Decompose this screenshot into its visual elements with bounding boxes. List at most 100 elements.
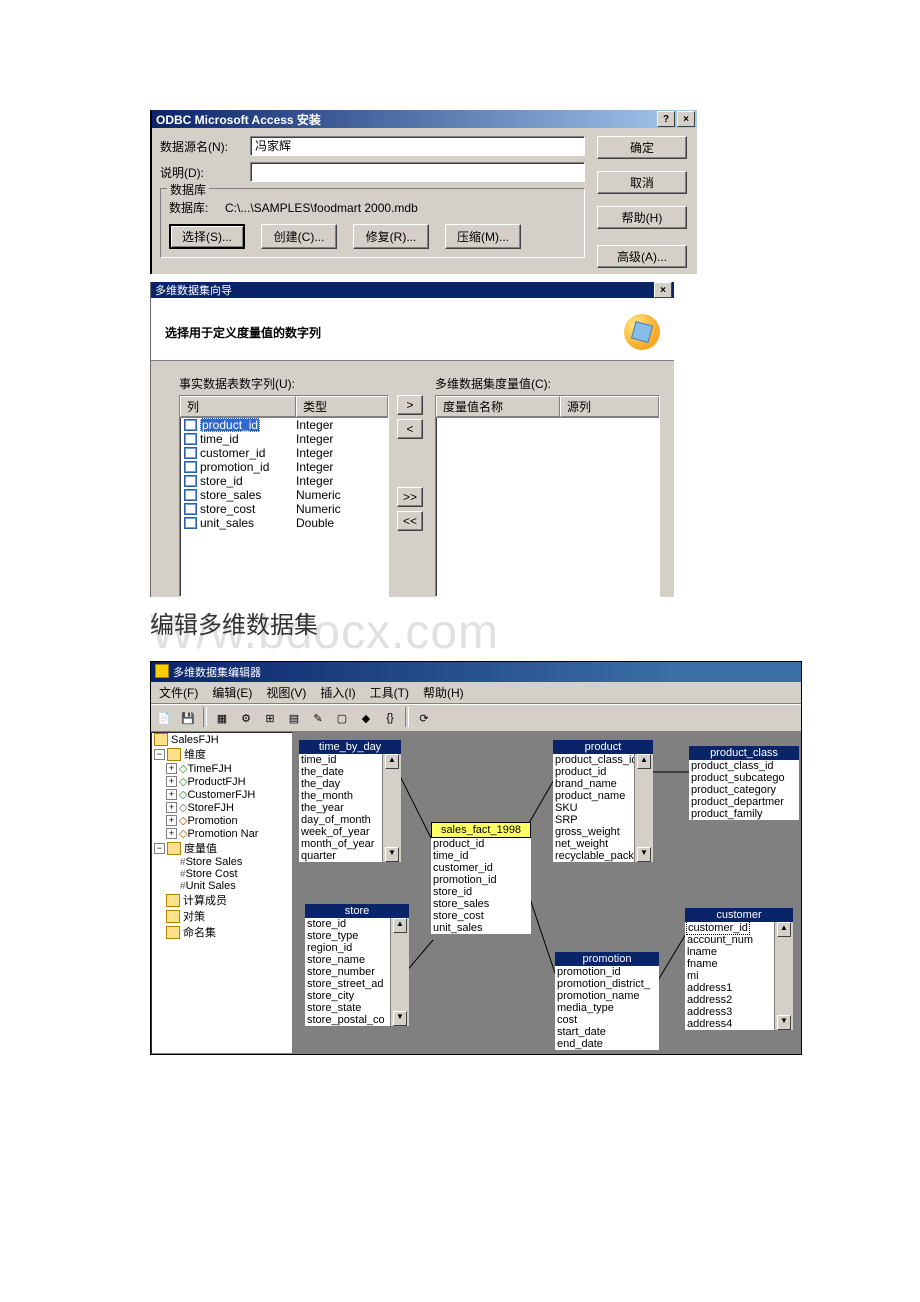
column-row[interactable]: promotion_district_ [555, 978, 659, 990]
column-row[interactable]: store_postal_co [305, 1014, 395, 1026]
tree-root[interactable]: SalesFJH [152, 733, 292, 746]
list-item[interactable]: promotion_idInteger [180, 460, 388, 474]
description-input[interactable] [250, 162, 585, 182]
column-row[interactable]: address4 [685, 1018, 779, 1030]
list-item[interactable]: customer_idInteger [180, 446, 388, 460]
help-icon[interactable]: ? [657, 111, 675, 127]
menu-view[interactable]: 视图(V) [260, 683, 312, 702]
tree-measures[interactable]: −度量值 [152, 840, 292, 856]
column-row[interactable]: SKU [553, 802, 639, 814]
column-row[interactable]: day_of_month [299, 814, 387, 826]
column-row[interactable]: time_id [431, 850, 531, 862]
column-row[interactable]: store_name [305, 954, 395, 966]
create-button[interactable]: 创建(C)... [261, 224, 337, 249]
table-product[interactable]: product ▲▼product_class_idproduct_idbran… [553, 740, 653, 862]
column-row[interactable]: address1 [685, 982, 779, 994]
column-row[interactable]: cost [555, 1014, 659, 1026]
remove-button[interactable]: < [397, 419, 423, 439]
tree-calc[interactable]: 计算成员 [152, 892, 292, 908]
cancel-button[interactable]: 取消 [597, 171, 687, 194]
tool-icon[interactable]: {} [379, 707, 401, 729]
menu-help[interactable]: 帮助(H) [417, 683, 470, 702]
fact-columns-list[interactable]: 列 类型 product_idIntegertime_idIntegercust… [179, 395, 389, 597]
menu-tools[interactable]: 工具(T) [364, 683, 415, 702]
tree-measure[interactable]: Store Sales [152, 856, 292, 868]
tree-dimension[interactable]: + TimeFJH [152, 762, 292, 775]
tool-icon[interactable]: ▢ [331, 707, 353, 729]
column-row[interactable]: store_city [305, 990, 395, 1002]
type-header[interactable]: 类型 [296, 396, 388, 417]
column-row[interactable]: brand_name [553, 778, 639, 790]
save-icon[interactable]: 💾 [177, 707, 199, 729]
column-row[interactable]: product_family [689, 808, 799, 820]
column-row[interactable]: product_class_id [553, 754, 639, 766]
tool-icon[interactable]: ⊞ [259, 707, 281, 729]
column-row[interactable]: product_category [689, 784, 799, 796]
column-row[interactable]: store_state [305, 1002, 395, 1014]
column-row[interactable]: start_date [555, 1026, 659, 1038]
column-row[interactable]: quarter [299, 850, 387, 862]
tree-actions[interactable]: 对策 [152, 908, 292, 924]
scrollbar[interactable]: ▲▼ [774, 922, 793, 1030]
list-item[interactable]: time_idInteger [180, 432, 388, 446]
column-row[interactable]: gross_weight [553, 826, 639, 838]
ok-button[interactable]: 确定 [597, 136, 687, 159]
tree-panel[interactable]: SalesFJH −维度 + TimeFJH+ ProductFJH+ Cust… [151, 732, 293, 1054]
table-store[interactable]: store ▲▼store_idstore_typeregion_idstore… [305, 904, 409, 1026]
close-icon[interactable]: × [677, 111, 695, 127]
column-row[interactable]: store_street_ad [305, 978, 395, 990]
column-row[interactable]: the_month [299, 790, 387, 802]
compact-button[interactable]: 压缩(M)... [445, 224, 521, 249]
tree-dimensions[interactable]: −维度 [152, 746, 292, 762]
column-row[interactable]: the_date [299, 766, 387, 778]
scrollbar[interactable]: ▲▼ [634, 754, 653, 862]
table-time-by-day[interactable]: time_by_day ▲▼time_idthe_datethe_daythe_… [299, 740, 401, 862]
column-row[interactable]: product_id [553, 766, 639, 778]
column-row[interactable]: store_sales [431, 898, 531, 910]
column-row[interactable]: time_id [299, 754, 387, 766]
column-row[interactable]: lname [685, 946, 779, 958]
column-row[interactable]: customer_id [431, 862, 531, 874]
tree-dimension[interactable]: + ProductFJH [152, 775, 292, 788]
tree-dimension[interactable]: + Promotion Nar [152, 827, 292, 840]
column-row[interactable]: SRP [553, 814, 639, 826]
column-row[interactable]: recyclable_pack [553, 850, 639, 862]
list-item[interactable]: product_idInteger [180, 418, 388, 432]
table-sales-fact[interactable]: sales_fact_1998 product_idtime_idcustome… [431, 822, 531, 934]
measure-name-header[interactable]: 度量值名称 [436, 396, 560, 417]
column-row[interactable]: fname [685, 958, 779, 970]
column-row[interactable]: month_of_year [299, 838, 387, 850]
process-icon[interactable]: ⟳ [413, 707, 435, 729]
tool-icon[interactable]: ⚙ [235, 707, 257, 729]
column-row[interactable]: store_type [305, 930, 395, 942]
remove-all-button[interactable]: << [397, 511, 423, 531]
add-button[interactable]: > [397, 395, 423, 415]
column-row[interactable]: store_cost [431, 910, 531, 922]
measures-list[interactable]: 度量值名称 源列 [435, 395, 660, 597]
tool-icon[interactable]: ▦ [211, 707, 233, 729]
source-header[interactable]: 源列 [560, 396, 659, 417]
schema-panel[interactable]: time_by_day ▲▼time_idthe_datethe_daythe_… [293, 732, 801, 1054]
column-row[interactable]: promotion_id [555, 966, 659, 978]
column-row[interactable]: unit_sales [431, 922, 531, 934]
column-row[interactable]: promotion_id [431, 874, 531, 886]
column-row[interactable]: store_id [305, 918, 395, 930]
list-item[interactable]: store_costNumeric [180, 502, 388, 516]
table-product-class[interactable]: product_class product_class_idproduct_su… [689, 746, 799, 820]
menu-file[interactable]: 文件(F) [153, 683, 204, 702]
menu-edit[interactable]: 编辑(E) [206, 683, 258, 702]
column-row[interactable]: the_day [299, 778, 387, 790]
column-row[interactable]: the_year [299, 802, 387, 814]
list-item[interactable]: unit_salesDouble [180, 516, 388, 530]
close-icon[interactable]: × [654, 282, 672, 298]
tree-dimension[interactable]: + CustomerFJH [152, 788, 292, 801]
column-row[interactable]: product_class_id [689, 760, 799, 772]
datasource-input[interactable]: 冯家辉 [250, 136, 585, 156]
repair-button[interactable]: 修复(R)... [353, 224, 429, 249]
scrollbar[interactable]: ▲▼ [382, 754, 401, 862]
column-row[interactable]: customer_id [685, 922, 779, 934]
column-row[interactable]: store_id [431, 886, 531, 898]
tree-named[interactable]: 命名集 [152, 924, 292, 940]
column-row[interactable]: media_type [555, 1002, 659, 1014]
help-button[interactable]: 帮助(H) [597, 206, 687, 229]
